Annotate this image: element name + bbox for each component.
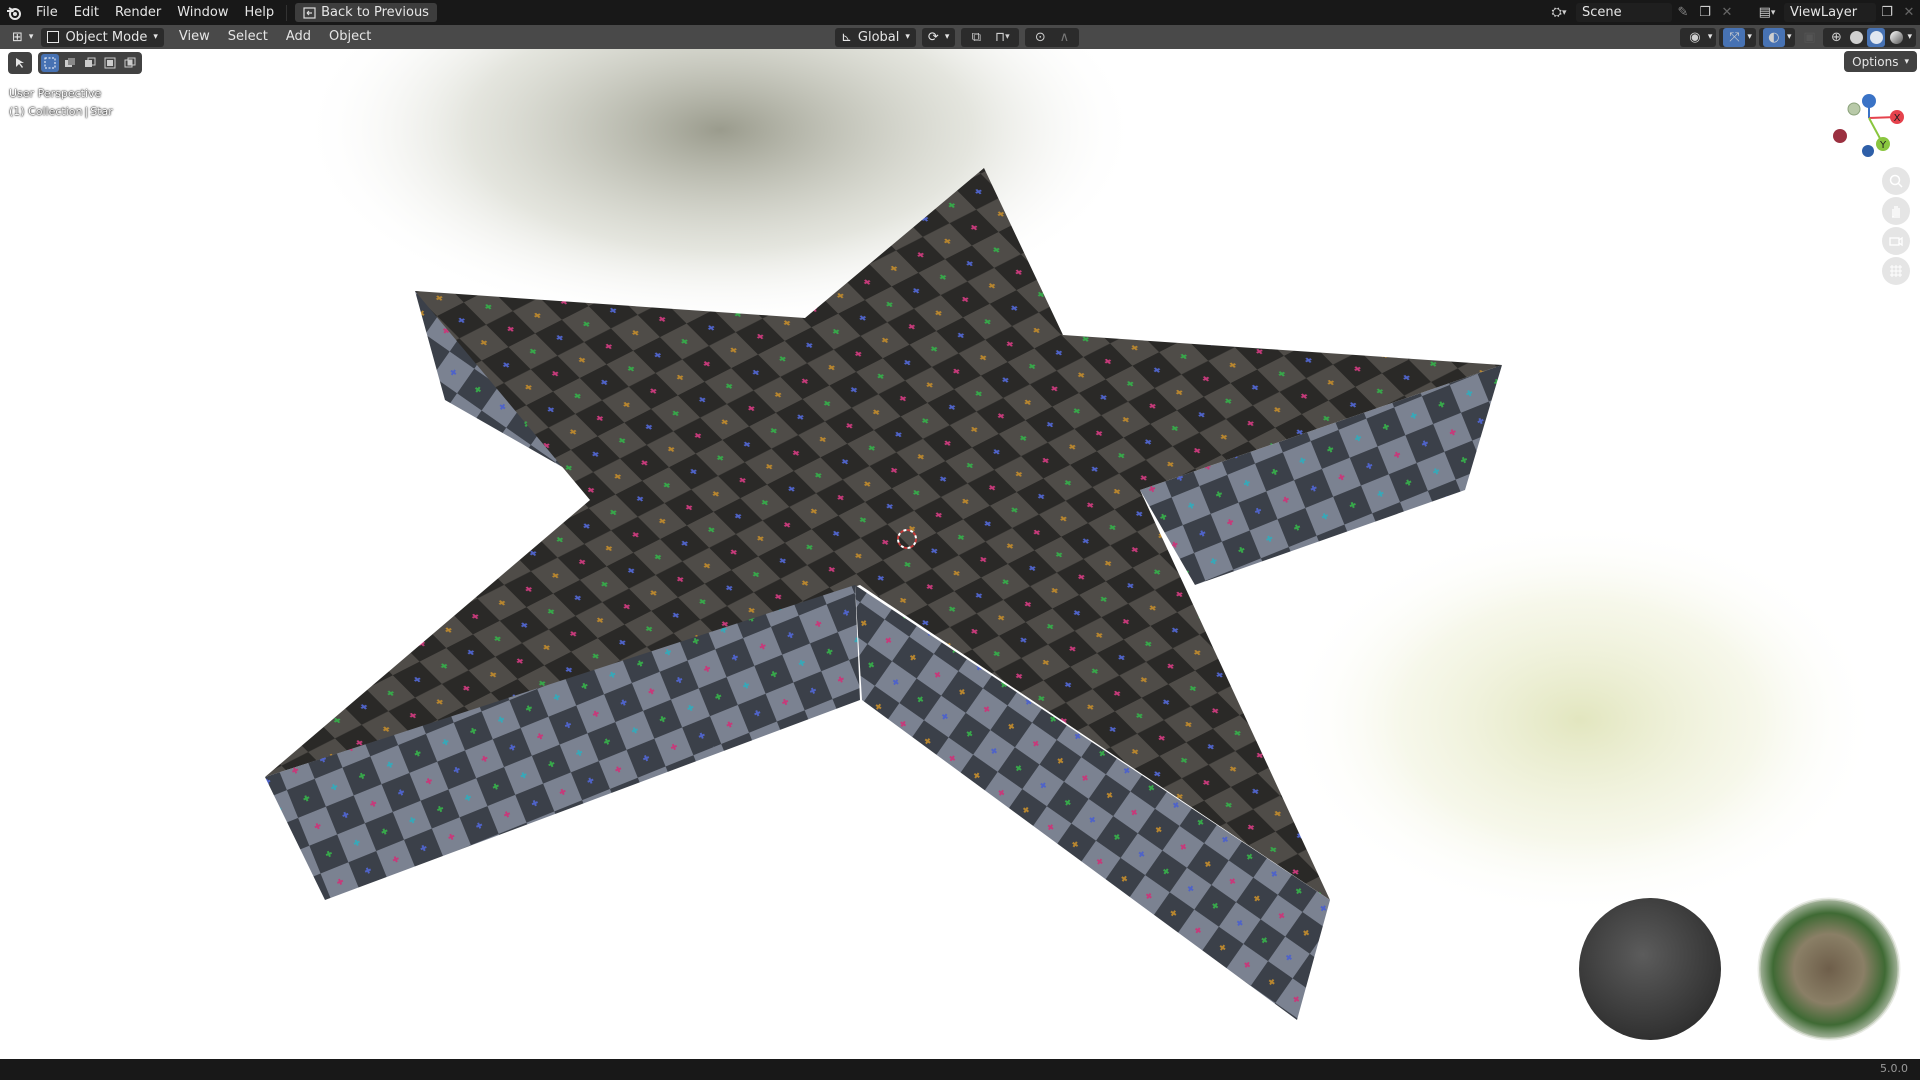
top-right-controls: ⛭ ▾ Scene ✎ ❐ ✕ ▤ ▾ ViewLayer ❐ ✕ bbox=[1544, 0, 1920, 25]
menu-divider bbox=[286, 4, 288, 21]
tool-settings-row bbox=[8, 51, 142, 75]
select-new-icon[interactable] bbox=[41, 54, 59, 72]
gizmo-neg-z-axis[interactable] bbox=[1862, 145, 1874, 157]
chevron-down-icon: ▾ bbox=[1904, 56, 1909, 67]
blender-logo-icon[interactable] bbox=[6, 5, 22, 21]
menu-render[interactable]: Render bbox=[107, 0, 169, 25]
shading-dropdown[interactable]: ▾ bbox=[1907, 32, 1912, 42]
select-subtract-icon[interactable] bbox=[81, 54, 99, 72]
pivot-dropdown[interactable]: ⟳ ▾ bbox=[921, 27, 956, 47]
solid-shading-icon[interactable] bbox=[1847, 28, 1865, 47]
overlay-icon: ◐ bbox=[1762, 27, 1785, 47]
menu-window[interactable]: Window bbox=[169, 0, 236, 25]
select-intersect-icon[interactable] bbox=[121, 54, 139, 72]
gizmo-toggle[interactable]: ⤧ ▾ bbox=[1719, 27, 1756, 47]
new-viewlayer-icon[interactable]: ❐ bbox=[1876, 3, 1898, 22]
top-bar: File Edit Render Window Help Back to Pre… bbox=[0, 0, 1920, 25]
pivot-icon: ⟳ bbox=[927, 29, 939, 45]
select-invert-icon[interactable] bbox=[101, 54, 119, 72]
object-mode-label: Object Mode bbox=[65, 29, 148, 45]
header-right-controls: ◉ ▾ ⤧ ▾ ◐ ▾ ▣ ⊕ ▾ bbox=[1679, 25, 1916, 49]
select-tool-icon[interactable] bbox=[11, 54, 29, 72]
material-preview-sphere bbox=[1579, 898, 1721, 1040]
menu-edit[interactable]: Edit bbox=[66, 0, 107, 25]
header-center-controls: ⊾ Global ▾ ⟳ ▾ ⧉ ⊓ ▾ ⊙ ∧ bbox=[835, 25, 1080, 49]
select-tool-group bbox=[8, 52, 32, 74]
zoom-icon[interactable] bbox=[1882, 167, 1910, 195]
gizmo-neg-x-axis[interactable] bbox=[1833, 129, 1847, 143]
transform-orientation-label: Global bbox=[857, 29, 900, 45]
menu-select[interactable]: Select bbox=[219, 25, 277, 49]
viewlayer-name: ViewLayer bbox=[1790, 5, 1858, 20]
menu-add[interactable]: Add bbox=[277, 25, 320, 49]
editor-type-icon: ⊞ bbox=[12, 29, 23, 45]
scene-icon: ⛭ bbox=[1551, 5, 1562, 20]
close-viewlayer-icon[interactable]: ✕ bbox=[1898, 3, 1920, 22]
shading-modes: ⊕ ▾ bbox=[1823, 27, 1916, 47]
rendered-shading-icon[interactable] bbox=[1887, 28, 1905, 47]
gizmo-neg-y-axis[interactable] bbox=[1847, 102, 1861, 116]
snap-target-dropdown[interactable]: ⊓ ▾ bbox=[989, 28, 1015, 47]
object-mode-icon bbox=[47, 31, 60, 43]
options-label: Options bbox=[1852, 54, 1899, 69]
path-separator: | bbox=[84, 105, 89, 118]
falloff-icon[interactable]: ∧ bbox=[1053, 28, 1075, 47]
object-mode-dropdown[interactable]: Object Mode ▾ bbox=[41, 27, 164, 47]
gizmo-z-axis[interactable] bbox=[1862, 94, 1876, 108]
xray-icon[interactable]: ▣ bbox=[1798, 28, 1820, 47]
collection-label: (1) Collection bbox=[9, 105, 83, 118]
overlay-toggle[interactable]: ◐ ▾ bbox=[1758, 27, 1796, 47]
viewlayer-selector-button[interactable]: ▤ ▾ bbox=[1752, 3, 1782, 22]
snap-icon[interactable]: ⧉ bbox=[965, 28, 987, 47]
gizmo-x-label: X bbox=[1894, 113, 1901, 124]
menu-object[interactable]: Object bbox=[320, 25, 380, 49]
viewport-header: ⊞ ▾ Object Mode ▾ View Select Add Object … bbox=[0, 25, 1920, 49]
active-object-label: Star bbox=[90, 105, 113, 118]
sky-blob bbox=[1280, 520, 1880, 920]
menu-view[interactable]: View bbox=[170, 25, 219, 49]
selection-mode-group bbox=[38, 52, 142, 74]
gizmo-icon: ⤧ bbox=[1723, 27, 1746, 47]
ortho-grid-icon[interactable] bbox=[1882, 257, 1910, 285]
camera-icon[interactable] bbox=[1882, 227, 1910, 255]
status-bar: 5.0.0 bbox=[0, 1059, 1920, 1080]
menu-file[interactable]: File bbox=[28, 0, 66, 25]
viewlayer-name-field[interactable]: ViewLayer bbox=[1784, 3, 1876, 22]
select-extend-icon[interactable] bbox=[61, 54, 79, 72]
scene-name: Scene bbox=[1582, 5, 1622, 20]
back-to-previous-label: Back to Previous bbox=[321, 5, 429, 20]
menu-help[interactable]: Help bbox=[237, 0, 283, 25]
3d-viewport[interactable]: X Y bbox=[0, 49, 1920, 1059]
pan-icon[interactable] bbox=[1882, 197, 1910, 225]
scene-selector-button[interactable]: ⛭ ▾ bbox=[1544, 3, 1574, 22]
proportional-controls: ⊙ ∧ bbox=[1025, 27, 1080, 47]
version-label: 5.0.0 bbox=[1880, 1062, 1908, 1075]
scene-name-field[interactable]: Scene bbox=[1576, 3, 1672, 22]
editor-type-button[interactable]: ⊞ ▾ bbox=[6, 28, 39, 47]
orientation-icon: ⊾ bbox=[841, 29, 852, 45]
back-icon bbox=[303, 6, 316, 19]
viewlayer-icon: ▤ bbox=[1758, 5, 1771, 20]
perspective-label: User Perspective bbox=[9, 87, 102, 100]
wireframe-shading-icon[interactable]: ⊕ bbox=[1827, 28, 1845, 47]
visibility-dropdown[interactable]: ◉ ▾ bbox=[1679, 27, 1717, 47]
gizmo-y-label: Y bbox=[1879, 140, 1887, 151]
material-shading-icon[interactable] bbox=[1867, 27, 1886, 47]
navigation-gizmo[interactable]: X Y bbox=[1833, 94, 1904, 157]
viewport-scene: X Y bbox=[265, 49, 1904, 1041]
options-dropdown[interactable]: Options ▾ bbox=[1844, 51, 1917, 72]
viewport-info: User Perspective (1) Collection | Star bbox=[9, 85, 113, 121]
proportional-icon[interactable]: ⊙ bbox=[1029, 28, 1051, 47]
pin-icon[interactable]: ✎ bbox=[1672, 3, 1694, 22]
transform-orientation-dropdown[interactable]: ⊾ Global ▾ bbox=[835, 27, 916, 47]
snap-controls: ⧉ ⊓ ▾ bbox=[961, 27, 1020, 47]
close-icon[interactable]: ✕ bbox=[1716, 3, 1738, 22]
visibility-icon: ◉ bbox=[1689, 29, 1701, 45]
back-to-previous-button[interactable]: Back to Previous bbox=[295, 3, 437, 22]
new-scene-icon[interactable]: ❐ bbox=[1694, 3, 1716, 22]
